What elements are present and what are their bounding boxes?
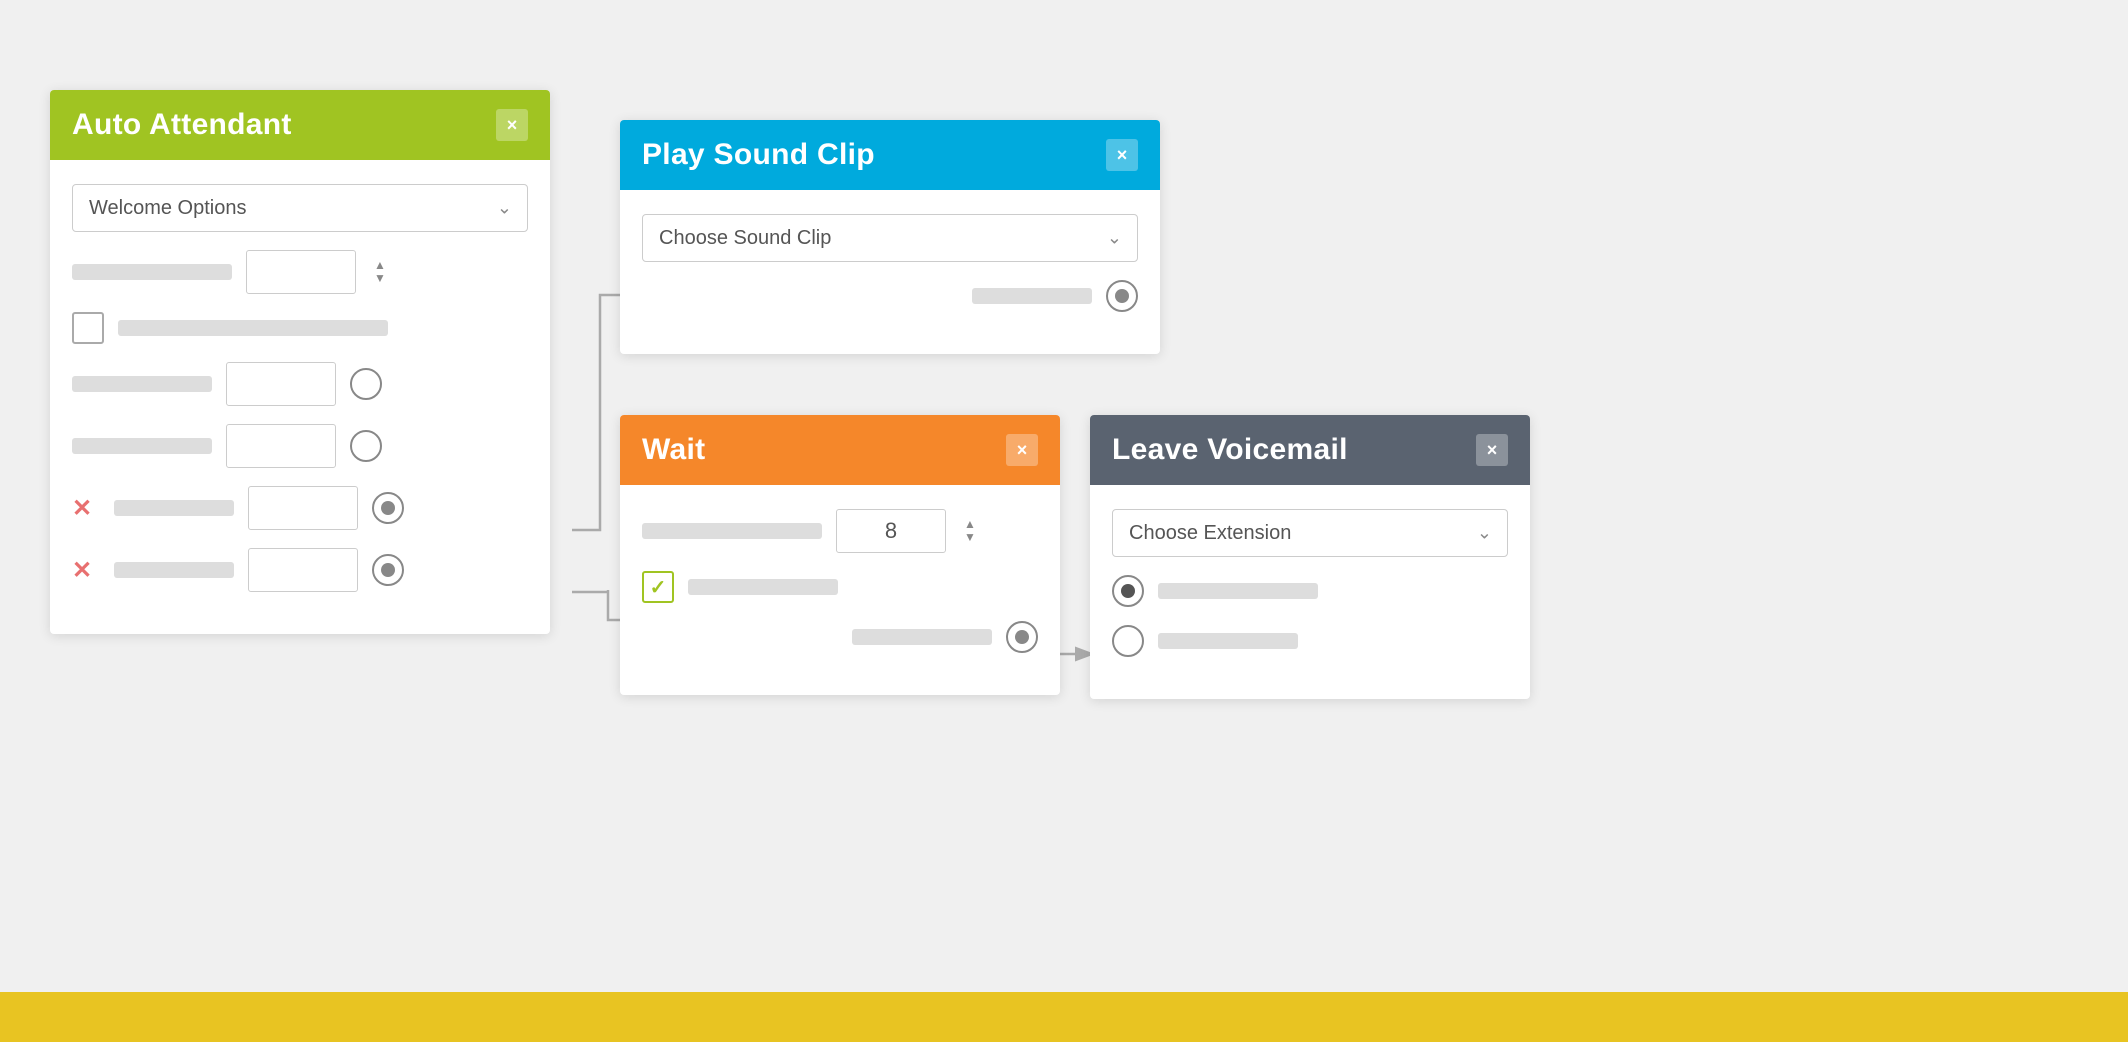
row3-radio[interactable] bbox=[350, 368, 382, 400]
wait-input-row: 8 ▲ ▼ bbox=[642, 509, 1038, 553]
voicemail-radio1-row bbox=[1112, 575, 1508, 607]
auto-attendant-header: Auto Attendant × bbox=[50, 90, 550, 160]
spinner-down-icon[interactable]: ▼ bbox=[374, 272, 386, 285]
play-sound-body: Choose Sound Clip ⌄ bbox=[620, 190, 1160, 354]
welcome-options-dropdown-wrap: Welcome Options ⌄ bbox=[72, 184, 528, 232]
auto-attendant-title: Auto Attendant bbox=[72, 108, 292, 142]
bottom-bar bbox=[0, 992, 2128, 1042]
auto-attendant-close-button[interactable]: × bbox=[496, 109, 528, 141]
auto-attendant-panel: Auto Attendant × Welcome Options ⌄ ▲ ▼ bbox=[50, 90, 550, 634]
wait-panel: Wait × 8 ▲ ▼ bbox=[620, 415, 1060, 695]
voicemail-radio2[interactable] bbox=[1112, 625, 1144, 657]
row6-bar bbox=[114, 562, 234, 578]
auto-attendant-body: Welcome Options ⌄ ▲ ▼ bbox=[50, 160, 550, 634]
wait-radio-row bbox=[642, 621, 1038, 653]
row3-bar bbox=[72, 376, 212, 392]
row5-radio[interactable] bbox=[372, 492, 404, 524]
wait-body: 8 ▲ ▼ bbox=[620, 485, 1060, 695]
row2-checkbox[interactable] bbox=[72, 312, 104, 344]
row-3 bbox=[72, 362, 528, 406]
play-sound-title: Play Sound Clip bbox=[642, 138, 875, 172]
voicemail-radio1[interactable] bbox=[1112, 575, 1144, 607]
voicemail-radio1-bar bbox=[1158, 583, 1318, 599]
row4-input[interactable] bbox=[226, 424, 336, 468]
wait-close-button[interactable]: × bbox=[1006, 434, 1038, 466]
row4-bar bbox=[72, 438, 212, 454]
play-sound-header: Play Sound Clip × bbox=[620, 120, 1160, 190]
wait-spinner[interactable]: ▲ ▼ bbox=[964, 518, 976, 544]
row5-bar bbox=[114, 500, 234, 516]
row6-radio[interactable] bbox=[372, 554, 404, 586]
row1-spinner[interactable]: ▲ ▼ bbox=[374, 259, 386, 285]
voicemail-body: Choose Extension ⌄ bbox=[1090, 485, 1530, 699]
choose-extension-dropdown[interactable]: Choose Extension bbox=[1112, 509, 1508, 557]
row2-bar bbox=[118, 320, 388, 336]
row1-bar bbox=[72, 264, 232, 280]
row-1: ▲ ▼ bbox=[72, 250, 528, 294]
row6-delete-icon[interactable]: ✕ bbox=[72, 556, 100, 585]
wait-cb-bar bbox=[688, 579, 838, 595]
row6-input[interactable] bbox=[248, 548, 358, 592]
welcome-options-dropdown[interactable]: Welcome Options bbox=[72, 184, 528, 232]
wait-title: Wait bbox=[642, 433, 705, 467]
row-4 bbox=[72, 424, 528, 468]
voicemail-close-button[interactable]: × bbox=[1476, 434, 1508, 466]
row-6: ✕ bbox=[72, 548, 528, 592]
wait-header: Wait × bbox=[620, 415, 1060, 485]
play-sound-bar bbox=[972, 288, 1092, 304]
voicemail-header: Leave Voicemail × bbox=[1090, 415, 1530, 485]
voicemail-title: Leave Voicemail bbox=[1112, 433, 1348, 467]
voicemail-radio2-row bbox=[1112, 625, 1508, 657]
play-sound-close-button[interactable]: × bbox=[1106, 139, 1138, 171]
choose-sound-clip-dropdown-wrap: Choose Sound Clip ⌄ bbox=[642, 214, 1138, 262]
voicemail-radio2-bar bbox=[1158, 633, 1298, 649]
row5-input[interactable] bbox=[248, 486, 358, 530]
row3-input[interactable] bbox=[226, 362, 336, 406]
row5-delete-icon[interactable]: ✕ bbox=[72, 494, 100, 523]
wait-spinner-down-icon[interactable]: ▼ bbox=[964, 531, 976, 544]
leave-voicemail-panel: Leave Voicemail × Choose Extension ⌄ bbox=[1090, 415, 1530, 699]
wait-input[interactable]: 8 bbox=[836, 509, 946, 553]
play-sound-radio[interactable] bbox=[1106, 280, 1138, 312]
play-sound-radio-row bbox=[642, 280, 1138, 312]
choose-sound-clip-dropdown[interactable]: Choose Sound Clip bbox=[642, 214, 1138, 262]
choose-extension-dropdown-wrap: Choose Extension ⌄ bbox=[1112, 509, 1508, 557]
wait-radio[interactable] bbox=[1006, 621, 1038, 653]
play-sound-panel: Play Sound Clip × Choose Sound Clip ⌄ bbox=[620, 120, 1160, 354]
wait-checkbox[interactable] bbox=[642, 571, 674, 603]
wait-bar-top bbox=[642, 523, 822, 539]
wait-checkbox-row bbox=[642, 571, 1038, 603]
row1-input[interactable] bbox=[246, 250, 356, 294]
wait-radio-bar bbox=[852, 629, 992, 645]
row-5: ✕ bbox=[72, 486, 528, 530]
row-2 bbox=[72, 312, 528, 344]
row4-radio[interactable] bbox=[350, 430, 382, 462]
